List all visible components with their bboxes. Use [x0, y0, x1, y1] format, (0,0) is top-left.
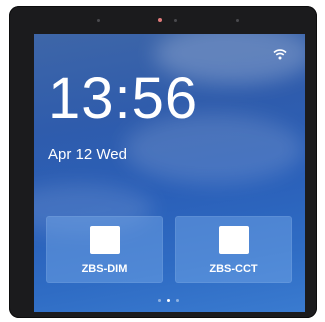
wifi-icon: [273, 49, 287, 60]
page-indicator[interactable]: [155, 299, 185, 303]
sensor-dot: [174, 19, 177, 22]
device-square-icon: [218, 226, 249, 254]
camera-dot: [158, 18, 162, 22]
device-tile-label: ZBS-DIM: [81, 263, 128, 275]
clock-date: Apr 12 Wed: [48, 146, 127, 163]
panel-device: 13:56 Apr 12 Wed ZBS-DIM ZBS-CCT: [9, 6, 317, 318]
page-dot[interactable]: [175, 299, 179, 302]
device-tile-label: ZBS-CCT: [209, 263, 258, 275]
page-dot[interactable]: [157, 299, 161, 302]
device-square-icon: [89, 226, 120, 254]
sensor-dot: [236, 19, 239, 22]
clock-time: 13:56: [48, 66, 199, 131]
device-tile-zbs-cct[interactable]: ZBS-CCT: [175, 216, 292, 283]
home-screen: 13:56 Apr 12 Wed ZBS-DIM ZBS-CCT: [34, 34, 305, 312]
device-tile-zbs-dim[interactable]: ZBS-DIM: [46, 216, 163, 283]
page-dot-active[interactable]: [166, 299, 170, 302]
sensor-dot: [97, 19, 100, 22]
